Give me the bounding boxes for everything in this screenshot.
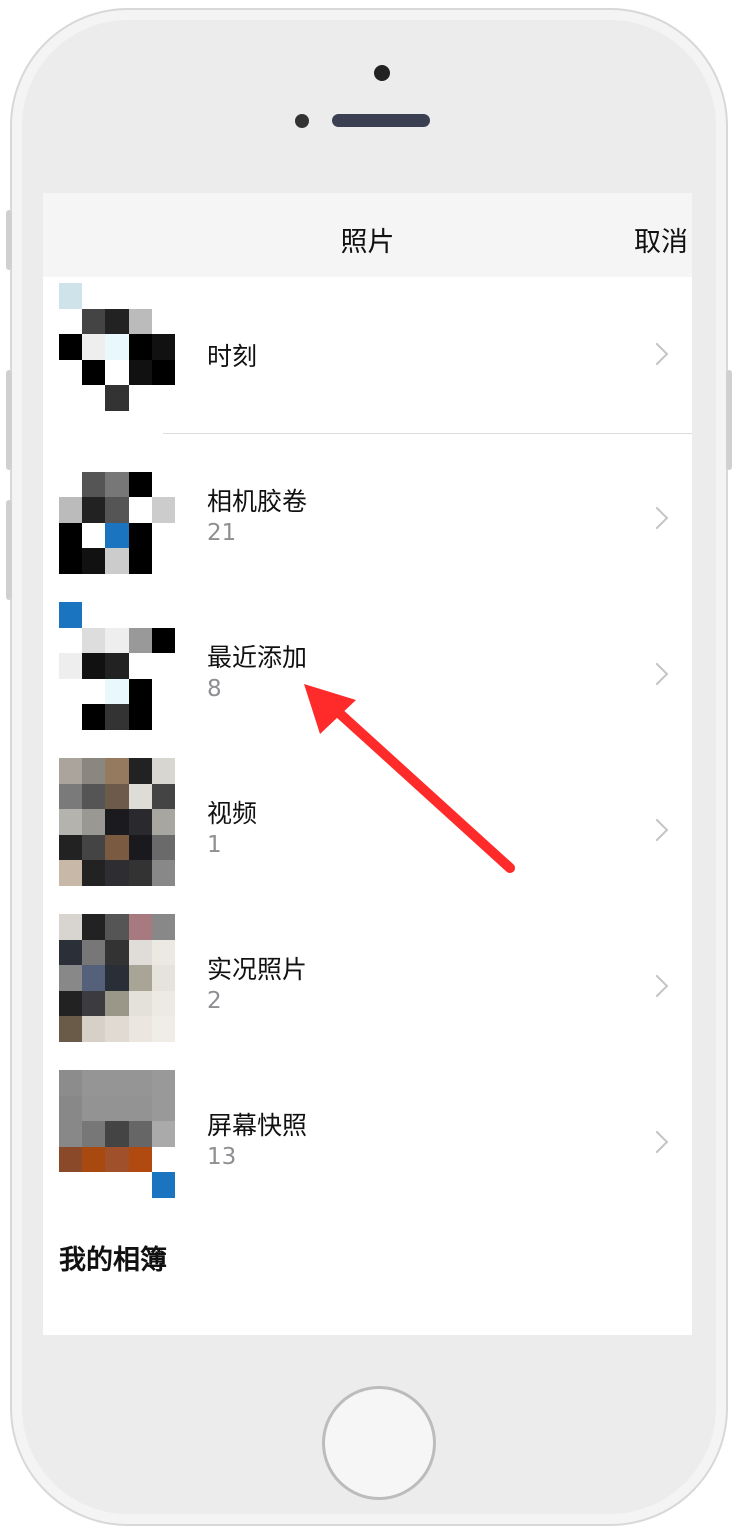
red-arrow-icon bbox=[304, 684, 515, 873]
arrow-shaft bbox=[333, 707, 515, 873]
